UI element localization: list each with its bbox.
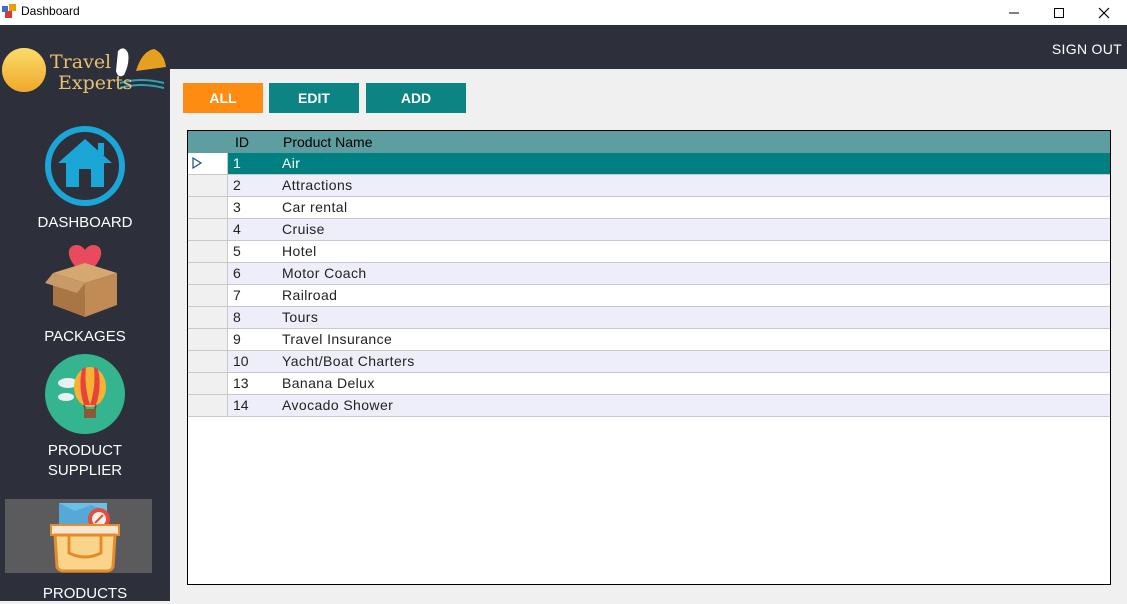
cell-id: 13 bbox=[233, 375, 249, 391]
sidebar-item-dashboard[interactable]: DASHBOARD bbox=[0, 125, 170, 233]
row-selector[interactable] bbox=[188, 307, 228, 328]
cell-product-name: Yacht/Boat Charters bbox=[282, 353, 415, 369]
column-header-product-name[interactable]: Product Name bbox=[283, 134, 372, 150]
row-selector[interactable] bbox=[188, 373, 228, 394]
sidebar-item-product-supplier[interactable]: PRODUCT SUPPLIER bbox=[0, 353, 170, 481]
logo-text-travel: Travel bbox=[50, 51, 112, 73]
row-selector[interactable] bbox=[188, 263, 228, 284]
edit-button[interactable]: EDIT bbox=[269, 83, 359, 113]
table-row[interactable]: 9 Travel Insurance bbox=[188, 329, 1110, 351]
window-title: Dashboard bbox=[21, 4, 80, 18]
cell-product-name: Avocado Shower bbox=[282, 397, 394, 413]
minimize-button[interactable] bbox=[991, 0, 1037, 25]
row-selector[interactable] bbox=[188, 395, 228, 416]
cell-product-name: Motor Coach bbox=[282, 265, 367, 281]
heart-box-icon bbox=[45, 245, 117, 317]
travel-experts-logo: Travel Experts bbox=[0, 43, 170, 103]
table-row[interactable]: 13 Banana Delux bbox=[188, 373, 1110, 395]
grid-header: ID Product Name bbox=[188, 131, 1110, 153]
table-row[interactable]: 7 Railroad bbox=[188, 285, 1110, 307]
row-selector[interactable] bbox=[188, 329, 228, 350]
sidebar-item-label: PACKAGES bbox=[44, 328, 126, 345]
table-row[interactable]: 14 Avocado Shower bbox=[188, 395, 1110, 417]
cell-product-name: Air bbox=[282, 155, 301, 171]
table-row[interactable]: 8 Tours bbox=[188, 307, 1110, 329]
close-icon bbox=[1098, 7, 1110, 18]
row-selector[interactable] bbox=[188, 219, 228, 240]
logo-text-experts: Experts bbox=[58, 72, 133, 94]
sidebar-item-label-line1: PRODUCT bbox=[47, 442, 123, 459]
column-header-id[interactable]: ID bbox=[235, 134, 249, 150]
row-selector[interactable] bbox=[188, 351, 228, 372]
row-selector[interactable] bbox=[188, 175, 228, 196]
cell-product-name: Attractions bbox=[282, 177, 353, 193]
cell-id: 7 bbox=[233, 287, 241, 303]
products-grid[interactable]: ID Product Name 1 Air 2 Attractions 3 Ca… bbox=[187, 130, 1111, 585]
cell-id: 9 bbox=[233, 331, 241, 347]
cell-product-name: Railroad bbox=[282, 287, 338, 303]
sign-out-link[interactable]: SIGN OUT bbox=[1052, 41, 1122, 57]
sidebar-item-label: DASHBOARD bbox=[37, 214, 133, 231]
close-button[interactable] bbox=[1081, 0, 1127, 25]
cell-product-name: Car rental bbox=[282, 199, 348, 215]
row-selector[interactable] bbox=[188, 241, 228, 262]
table-row[interactable]: 10 Yacht/Boat Charters bbox=[188, 351, 1110, 373]
table-row[interactable]: 4 Cruise bbox=[188, 219, 1110, 241]
table-row[interactable]: 6 Motor Coach bbox=[188, 263, 1110, 285]
sidebar-item-packages[interactable]: PACKAGES bbox=[0, 241, 170, 347]
sidebar: Travel Experts DASHBOARD PACKAGES PRODUC… bbox=[0, 25, 170, 604]
table-row[interactable]: 5 Hotel bbox=[188, 241, 1110, 263]
sidebar-item-label: PRODUCTS bbox=[42, 585, 128, 602]
sidebar-item-products[interactable]: PRODUCTS bbox=[0, 501, 170, 604]
cell-product-name: Cruise bbox=[282, 221, 325, 237]
row-selector[interactable] bbox=[188, 285, 228, 306]
cell-id: 1 bbox=[233, 155, 241, 171]
travel-bag-map-icon bbox=[50, 503, 120, 573]
cell-id: 6 bbox=[233, 265, 241, 281]
top-bar: SIGN OUT bbox=[170, 25, 1127, 69]
table-row[interactable]: 1 Air bbox=[188, 153, 1110, 175]
cell-product-name: Tours bbox=[282, 309, 319, 325]
app-icon bbox=[2, 4, 16, 18]
cell-id: 10 bbox=[233, 353, 249, 369]
sidebar-item-label-line2: SUPPLIER bbox=[47, 462, 123, 479]
cell-id: 5 bbox=[233, 243, 241, 259]
cell-product-name: Hotel bbox=[282, 243, 317, 259]
maximize-button[interactable] bbox=[1036, 0, 1082, 25]
table-row[interactable]: 3 Car rental bbox=[188, 197, 1110, 219]
cell-product-name: Travel Insurance bbox=[282, 331, 393, 347]
cell-id: 4 bbox=[233, 221, 241, 237]
home-icon bbox=[45, 126, 125, 206]
all-button[interactable]: ALL bbox=[183, 83, 263, 113]
cell-id: 14 bbox=[233, 397, 249, 413]
cell-id: 2 bbox=[233, 177, 241, 193]
row-selector[interactable] bbox=[188, 197, 228, 218]
maximize-icon bbox=[1054, 7, 1064, 18]
current-row-arrow-icon bbox=[192, 157, 203, 169]
row-selector[interactable] bbox=[188, 153, 228, 174]
cell-product-name: Banana Delux bbox=[282, 375, 375, 391]
hot-air-balloon-icon bbox=[45, 354, 125, 434]
table-row[interactable]: 2 Attractions bbox=[188, 175, 1110, 197]
add-button[interactable]: ADD bbox=[366, 83, 466, 113]
cell-id: 8 bbox=[233, 309, 241, 325]
cell-id: 3 bbox=[233, 199, 241, 215]
window-title-bar: Dashboard bbox=[0, 0, 1127, 25]
minimize-icon bbox=[1009, 12, 1019, 13]
